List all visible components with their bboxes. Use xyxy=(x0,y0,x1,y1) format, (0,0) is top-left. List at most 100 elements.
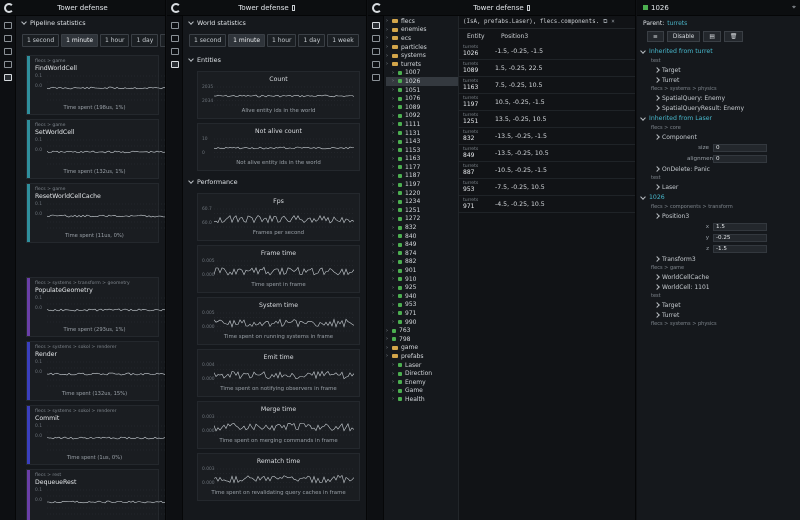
tree-item[interactable]: › 1051 xyxy=(386,86,458,95)
delete-button[interactable]: 🗑 xyxy=(723,31,744,42)
inspector-group-header[interactable]: Inherited from turret xyxy=(637,46,800,57)
tree-item[interactable]: › 1153 xyxy=(386,146,458,155)
component-name[interactable]: Position3 xyxy=(662,213,689,220)
query-text[interactable]: (IsA, prefabs.Laser), flecs.components. xyxy=(463,19,599,25)
search-icon[interactable] xyxy=(371,35,380,42)
component-item[interactable]: WorldCell: 1101 xyxy=(637,282,800,292)
component-name[interactable]: Laser xyxy=(662,184,678,191)
tree-item[interactable]: › 1076 xyxy=(386,94,458,103)
tree-item[interactable]: › 1163 xyxy=(386,155,458,164)
tree-item[interactable]: › game xyxy=(386,344,458,353)
chart-icon[interactable] xyxy=(170,61,179,68)
inspector-group-header[interactable]: 1026 xyxy=(637,192,800,203)
tree-item[interactable]: › 1177 xyxy=(386,163,458,172)
tree-item[interactable]: › ecs xyxy=(386,34,458,43)
pipeline-icon[interactable] xyxy=(371,74,380,81)
tree-item[interactable]: › Health xyxy=(386,395,458,404)
component-item[interactable]: Component xyxy=(637,132,800,142)
result-row[interactable]: turrets 1163 7.5, -0.25, 10.5 xyxy=(459,77,635,94)
entity-cell[interactable]: turrets 971 xyxy=(459,198,489,210)
entity-id[interactable]: 1197 xyxy=(463,101,489,108)
entity-cell[interactable]: turrets 832 xyxy=(459,130,489,142)
entity-cell[interactable]: turrets 1197 xyxy=(459,96,489,108)
system-name[interactable]: Render xyxy=(35,351,154,358)
tree-item[interactable]: › 882 xyxy=(386,258,458,267)
field-input[interactable]: 0 xyxy=(713,154,767,163)
pipeline-icon[interactable] xyxy=(3,74,12,81)
system-name[interactable]: Commit xyxy=(35,415,154,422)
field-input[interactable]: 1.5 xyxy=(713,222,767,231)
tree-icon[interactable] xyxy=(371,22,380,29)
component-name[interactable]: Turret xyxy=(662,312,679,319)
tab-1-week[interactable]: 1 week xyxy=(327,34,359,47)
tree-item[interactable]: › 1143 xyxy=(386,137,458,146)
component-item[interactable]: SpatialQuery: Enemy xyxy=(637,93,800,103)
tab-1-week[interactable]: 1 week xyxy=(160,34,165,47)
component-item[interactable]: Laser xyxy=(637,182,800,192)
result-row[interactable]: turrets 849 -13.5, -0.25, 10.5 xyxy=(459,145,635,162)
tree-item[interactable]: › 1111 xyxy=(386,120,458,129)
result-row[interactable]: turrets 887 -10.5, -0.25, -1.5 xyxy=(459,162,635,179)
menu-button[interactable]: ≡ xyxy=(647,31,664,42)
tab-1-minute[interactable]: 1 minute xyxy=(61,34,99,47)
tree-item[interactable]: › 1131 xyxy=(386,129,458,138)
component-item[interactable]: Target xyxy=(637,65,800,75)
component-item[interactable]: Turret xyxy=(637,310,800,320)
tree-item[interactable]: › prefabs xyxy=(386,352,458,361)
component-name[interactable]: OnDelete: Panic xyxy=(662,166,710,173)
entity-cell[interactable]: turrets 953 xyxy=(459,181,489,193)
tree-item[interactable]: › particles xyxy=(386,43,458,52)
search-icon[interactable] xyxy=(170,35,179,42)
pin-icon[interactable] xyxy=(291,4,295,11)
tree-item[interactable]: › 1026 xyxy=(386,77,458,86)
tree-item[interactable]: › 1007 xyxy=(386,69,458,78)
entity-id[interactable]: 1089 xyxy=(463,67,489,74)
system-card[interactable]: flecs > game ResetWorldCellCache 0.1 0.0 Tim… xyxy=(26,183,165,243)
system-card[interactable]: flecs > systems > transform > geometry Po… xyxy=(26,277,165,337)
tab-1-minute[interactable]: 1 minute xyxy=(228,34,266,47)
tree-item[interactable]: › turrets xyxy=(386,60,458,69)
system-card[interactable]: flecs > game FindWorldCell 0.1 0.0 Time spen… xyxy=(26,55,165,115)
tree-item[interactable]: › Game xyxy=(386,387,458,396)
tree-item[interactable]: › 798 xyxy=(386,335,458,344)
component-name[interactable]: SpatialQueryResult: Enemy xyxy=(662,105,744,112)
entity-cell[interactable]: turrets 1089 xyxy=(459,62,489,74)
query-icon[interactable] xyxy=(3,48,12,55)
entity-id[interactable]: 1026 xyxy=(463,50,489,57)
tree-item[interactable]: › 990 xyxy=(386,318,458,327)
result-row[interactable]: turrets 1197 10.5, -0.25, -1.5 xyxy=(459,94,635,111)
system-card[interactable]: flecs > rest DequeueRest 0.1 0.0 xyxy=(26,469,165,520)
component-item[interactable]: Transform3 xyxy=(637,254,800,264)
parent-link[interactable]: turrets xyxy=(667,20,687,27)
system-card[interactable]: flecs > systems > sokol > renderer Render… xyxy=(26,341,165,401)
entities-section-header[interactable]: Entities xyxy=(183,53,366,67)
system-card[interactable]: flecs > systems > sokol > renderer Commit… xyxy=(26,405,165,465)
tree-item[interactable]: › flecs xyxy=(386,17,458,26)
copy-icon[interactable]: ⧉ xyxy=(603,19,607,26)
tree-item[interactable]: › Direction xyxy=(386,369,458,378)
entity-id[interactable]: 832 xyxy=(463,135,489,142)
pipeline-section-header[interactable]: Pipeline statistics xyxy=(16,16,165,30)
result-row[interactable]: turrets 953 -7.5, -0.25, 10.5 xyxy=(459,179,635,196)
component-name[interactable]: Turret xyxy=(662,77,679,84)
field-input[interactable]: 0 xyxy=(713,143,767,152)
tab-1-day[interactable]: 1 day xyxy=(298,34,326,47)
tree-item[interactable]: › 1197 xyxy=(386,180,458,189)
tree-item[interactable]: › enemies xyxy=(386,26,458,35)
component-name[interactable]: Component xyxy=(662,134,697,141)
save-button[interactable]: ▤ xyxy=(703,31,721,42)
field-input[interactable]: -0.25 xyxy=(713,233,767,242)
tree-item[interactable]: › systems xyxy=(386,51,458,60)
tree-item[interactable]: › 901 xyxy=(386,266,458,275)
result-row[interactable]: turrets 1251 13.5, -0.25, 10.5 xyxy=(459,111,635,128)
search-icon[interactable] xyxy=(3,35,12,42)
component-name[interactable]: Target xyxy=(662,302,681,309)
component-name[interactable]: WorldCell: 1101 xyxy=(662,284,710,291)
tree-item[interactable]: › 1187 xyxy=(386,172,458,181)
tree-item[interactable]: › 1234 xyxy=(386,197,458,206)
component-name[interactable]: WorldCellCache xyxy=(662,274,709,281)
result-row[interactable]: turrets 1026 -1.5, -0.25, -1.5 xyxy=(459,43,635,60)
tree-item[interactable]: › 849 xyxy=(386,240,458,249)
system-name[interactable]: SetWorldCell xyxy=(35,129,154,136)
entity-id[interactable]: 1163 xyxy=(463,84,489,91)
